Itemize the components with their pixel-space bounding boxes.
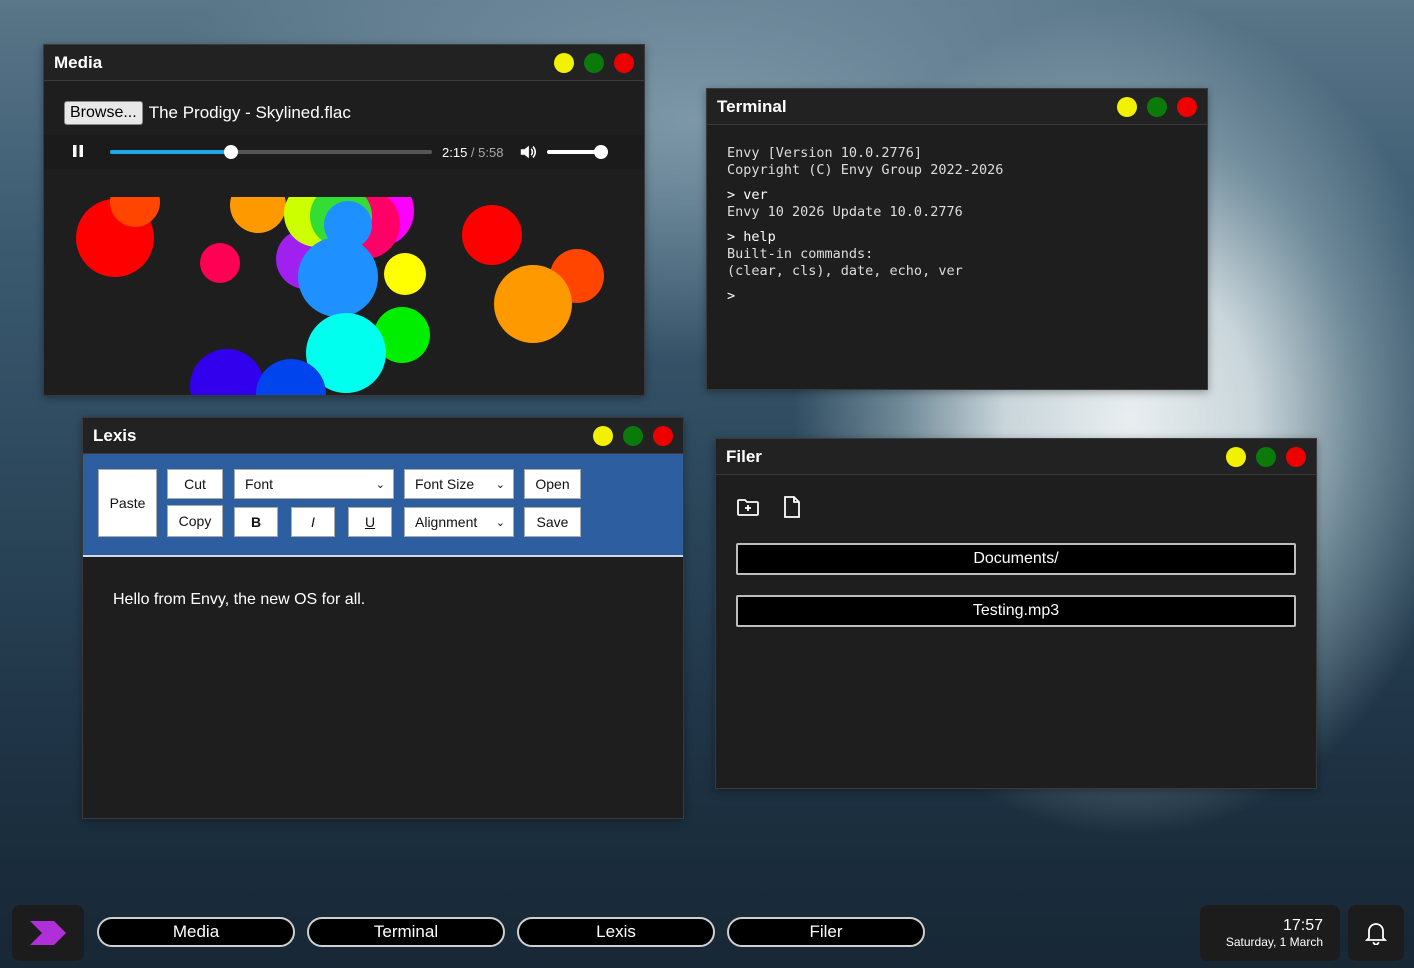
minimize-button[interactable] bbox=[1226, 446, 1246, 467]
maximize-button[interactable] bbox=[584, 52, 604, 73]
terminal-prompt[interactable]: > bbox=[727, 288, 1187, 305]
clock-time: 17:57 bbox=[1282, 917, 1323, 934]
lexis-window: Lexis Paste Cut Copy Font ⌄ B I U Font Si… bbox=[82, 417, 684, 819]
terminal-window: Terminal Envy [Version 10.0.2776] Copyri… bbox=[706, 88, 1208, 390]
visualizer-bubble bbox=[384, 253, 426, 295]
taskbar-item-filer[interactable]: Filer bbox=[727, 917, 925, 947]
duration: 5:58 bbox=[478, 144, 504, 160]
cut-button[interactable]: Cut bbox=[167, 469, 223, 499]
terminal-line: Copyright (C) Envy Group 2022-2026 bbox=[727, 162, 1004, 178]
terminal-line: Envy [Version 10.0.2776] bbox=[727, 145, 923, 161]
close-button[interactable] bbox=[1177, 96, 1197, 117]
clock-date: Saturday, 1 March bbox=[1225, 935, 1323, 949]
save-button[interactable]: Save bbox=[524, 507, 581, 537]
time-separator: / bbox=[467, 144, 479, 160]
terminal-line: (clear, cls), date, echo, ver bbox=[727, 263, 963, 279]
start-logo-icon bbox=[30, 921, 66, 945]
minimize-button[interactable] bbox=[554, 52, 574, 73]
volume-icon[interactable] bbox=[519, 143, 537, 161]
taskbar-item-media[interactable]: Media bbox=[97, 917, 295, 947]
terminal-line: Built-in commands: bbox=[727, 246, 874, 262]
close-button[interactable] bbox=[614, 52, 634, 73]
copy-button[interactable]: Copy bbox=[167, 505, 223, 537]
document-editor[interactable]: Hello from Envy, the new OS for all. bbox=[83, 557, 683, 643]
close-button[interactable] bbox=[1286, 446, 1306, 467]
paste-button[interactable]: Paste bbox=[98, 469, 157, 537]
visualizer-bubble bbox=[200, 243, 240, 283]
notifications-button[interactable] bbox=[1348, 905, 1404, 961]
close-button[interactable] bbox=[653, 425, 673, 446]
lexis-titlebar[interactable]: Lexis bbox=[83, 418, 683, 454]
font-size-select[interactable]: Font Size ⌄ bbox=[404, 469, 514, 499]
visualizer-bubble bbox=[324, 201, 372, 249]
current-time: 2:15 bbox=[442, 144, 468, 160]
audio-player: 2:15 / 5:58 bbox=[44, 135, 644, 169]
seek-progress bbox=[110, 150, 232, 154]
visualizer-bubble bbox=[298, 237, 378, 317]
font-select-value: Font bbox=[245, 476, 274, 492]
lexis-toolbar: Paste Cut Copy Font ⌄ B I U Font Size ⌄ Al… bbox=[83, 454, 683, 557]
font-select[interactable]: Font ⌄ bbox=[234, 469, 394, 499]
chevron-down-icon: ⌄ bbox=[495, 516, 505, 529]
visualizer-bubble bbox=[190, 349, 264, 395]
window-title: Terminal bbox=[717, 96, 787, 116]
volume-slider[interactable] bbox=[547, 145, 609, 159]
new-folder-icon[interactable] bbox=[736, 495, 760, 519]
alignment-select[interactable]: Alignment ⌄ bbox=[404, 507, 514, 537]
volume-knob[interactable] bbox=[594, 145, 609, 159]
italic-button[interactable]: I bbox=[291, 507, 335, 537]
terminal-command: > ver bbox=[727, 187, 768, 203]
pause-icon[interactable] bbox=[64, 144, 92, 160]
new-file-icon[interactable] bbox=[780, 495, 804, 519]
alignment-value: Alignment bbox=[415, 514, 478, 530]
time-display: 2:15 / 5:58 bbox=[442, 145, 503, 160]
taskbar-item-terminal[interactable]: Terminal bbox=[307, 917, 505, 947]
seek-bar[interactable] bbox=[110, 145, 432, 159]
track-filename: The Prodigy - Skylined.flac bbox=[148, 103, 351, 122]
open-button[interactable]: Open bbox=[524, 469, 581, 499]
underline-button[interactable]: U bbox=[348, 507, 392, 537]
terminal-output[interactable]: Envy [Version 10.0.2776] Copyright (C) E… bbox=[707, 125, 1207, 325]
file-item-testing-mp3[interactable]: Testing.mp3 bbox=[736, 595, 1296, 627]
bold-button[interactable]: B bbox=[234, 507, 278, 537]
file-item-documents[interactable]: Documents/ bbox=[736, 543, 1296, 575]
chevron-down-icon: ⌄ bbox=[495, 478, 505, 491]
visualizer-bubble bbox=[230, 197, 286, 233]
audio-visualizer bbox=[74, 197, 614, 395]
maximize-button[interactable] bbox=[1256, 446, 1276, 467]
chevron-down-icon: ⌄ bbox=[375, 478, 385, 491]
filer-titlebar[interactable]: Filer bbox=[716, 439, 1316, 475]
seek-knob[interactable] bbox=[224, 145, 239, 159]
minimize-button[interactable] bbox=[1117, 96, 1137, 117]
maximize-button[interactable] bbox=[1147, 96, 1167, 117]
terminal-line: Envy 10 2026 Update 10.0.2776 bbox=[727, 204, 963, 220]
clock-widget[interactable]: 17:57 Saturday, 1 March bbox=[1200, 905, 1340, 961]
visualizer-bubble bbox=[462, 205, 522, 265]
window-title: Media bbox=[54, 52, 103, 72]
maximize-button[interactable] bbox=[623, 425, 643, 446]
media-window: Media Browse... The Prodigy - Skylined.f… bbox=[43, 44, 645, 396]
taskbar-item-lexis[interactable]: Lexis bbox=[517, 917, 715, 947]
font-size-value: Font Size bbox=[415, 476, 475, 492]
filer-window: Filer Documents/ Testing.mp3 bbox=[715, 438, 1317, 789]
window-title: Lexis bbox=[93, 425, 137, 445]
browse-button[interactable]: Browse... bbox=[64, 101, 143, 125]
terminal-command: > help bbox=[727, 229, 776, 245]
visualizer-bubble bbox=[494, 265, 572, 343]
window-title: Filer bbox=[726, 446, 762, 466]
media-titlebar[interactable]: Media bbox=[44, 45, 644, 81]
bell-icon bbox=[1365, 923, 1387, 945]
terminal-titlebar[interactable]: Terminal bbox=[707, 89, 1207, 125]
minimize-button[interactable] bbox=[593, 425, 613, 446]
start-button[interactable] bbox=[12, 905, 84, 961]
